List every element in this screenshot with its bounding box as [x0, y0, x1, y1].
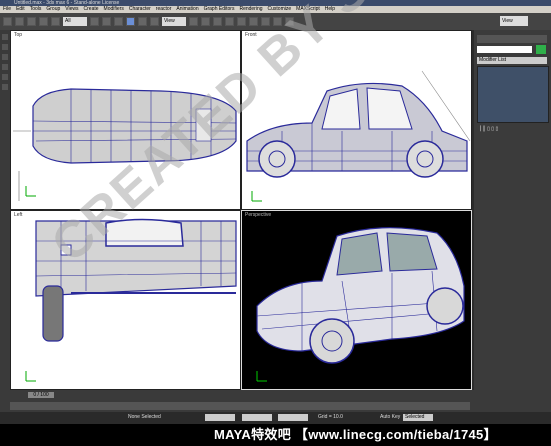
- menu-create[interactable]: Create: [84, 6, 99, 13]
- menu-modifiers[interactable]: Modifiers: [104, 6, 124, 13]
- menu-rendering[interactable]: Rendering: [239, 6, 262, 13]
- menu-tools[interactable]: Tools: [30, 6, 42, 13]
- tool-icon[interactable]: [2, 74, 8, 80]
- select-icon[interactable]: [90, 17, 99, 26]
- stack-controls[interactable]: ▕ ║ ▯ ▯ ▯: [477, 126, 547, 132]
- timeline: 0 / 100: [0, 390, 551, 412]
- viewport-left[interactable]: Left: [10, 210, 241, 390]
- menu-character[interactable]: Character: [129, 6, 151, 13]
- menu-animation[interactable]: Animation: [176, 6, 198, 13]
- car-left-view: [25, 218, 237, 382]
- menu-reactor[interactable]: reactor: [156, 6, 172, 13]
- schematic-icon[interactable]: [249, 17, 258, 26]
- panel-tabs[interactable]: [477, 35, 547, 43]
- menu-file[interactable]: File: [3, 6, 11, 13]
- bind-icon[interactable]: [51, 17, 60, 26]
- car-perspective-view: [256, 227, 465, 382]
- select-by-name-icon[interactable]: [102, 17, 111, 26]
- coord-y-field[interactable]: [242, 414, 272, 421]
- curve-editor-icon[interactable]: [237, 17, 246, 26]
- status-bar: None Selected Grid = 10.0 Auto Key Selec…: [0, 412, 551, 424]
- left-toolbar: [0, 30, 10, 390]
- menu-group[interactable]: Group: [46, 6, 60, 13]
- selection-filter-dropdown[interactable]: All: [63, 17, 87, 26]
- region-select-icon[interactable]: [114, 17, 123, 26]
- reference-coordinate-dropdown[interactable]: View: [162, 17, 186, 26]
- menu-bar: File Edit Tools Group Views Create Modif…: [0, 6, 551, 13]
- coord-x-field[interactable]: [205, 414, 235, 421]
- modifier-stack[interactable]: [477, 66, 549, 123]
- banner-text: MAYA特效吧 【www.linecg.com/tieba/1745】: [214, 427, 497, 442]
- time-slider[interactable]: 0 / 100: [28, 392, 54, 398]
- move-icon[interactable]: [126, 17, 135, 26]
- menu-edit[interactable]: Edit: [16, 6, 25, 13]
- viewport-label-left[interactable]: Left: [14, 212, 22, 218]
- menu-views[interactable]: Views: [65, 6, 78, 13]
- pivot-icon[interactable]: [189, 17, 198, 26]
- modifier-list-dropdown[interactable]: Modifier List: [477, 57, 547, 64]
- grid-size: Grid = 10.0: [318, 414, 343, 420]
- footer-banner: MAYA特效吧 【www.linecg.com/tieba/1745】: [0, 424, 551, 446]
- align-icon[interactable]: [213, 17, 222, 26]
- coord-z-field[interactable]: [278, 414, 308, 421]
- layer-icon[interactable]: [225, 17, 234, 26]
- menu-graph-editors[interactable]: Graph Editors: [204, 6, 235, 13]
- viewport-label-top[interactable]: Top: [14, 32, 22, 38]
- viewport-label-perspective[interactable]: Perspective: [245, 212, 271, 218]
- tool-icon[interactable]: [2, 84, 8, 90]
- auto-key-button[interactable]: Auto Key: [380, 414, 400, 420]
- tool-icon[interactable]: [2, 34, 8, 40]
- mirror-icon[interactable]: [201, 17, 210, 26]
- set-key-dropdown[interactable]: Selected: [403, 414, 433, 421]
- command-panel: Modifier List ▕ ║ ▯ ▯ ▯: [474, 30, 551, 390]
- viewport-perspective[interactable]: Perspective: [241, 210, 472, 390]
- object-color-swatch[interactable]: [536, 45, 546, 54]
- frame-ruler[interactable]: [10, 402, 470, 410]
- undo-icon[interactable]: [3, 17, 12, 26]
- redo-icon[interactable]: [15, 17, 24, 26]
- tool-icon[interactable]: [2, 54, 8, 60]
- render-type-dropdown[interactable]: View: [500, 16, 528, 26]
- object-name-field[interactable]: [477, 46, 532, 53]
- rotate-icon[interactable]: [138, 17, 147, 26]
- tool-icon[interactable]: [2, 44, 8, 50]
- tool-icon[interactable]: [2, 64, 8, 70]
- unlink-icon[interactable]: [39, 17, 48, 26]
- link-icon[interactable]: [27, 17, 36, 26]
- selection-status: None Selected: [128, 414, 161, 420]
- scale-icon[interactable]: [150, 17, 159, 26]
